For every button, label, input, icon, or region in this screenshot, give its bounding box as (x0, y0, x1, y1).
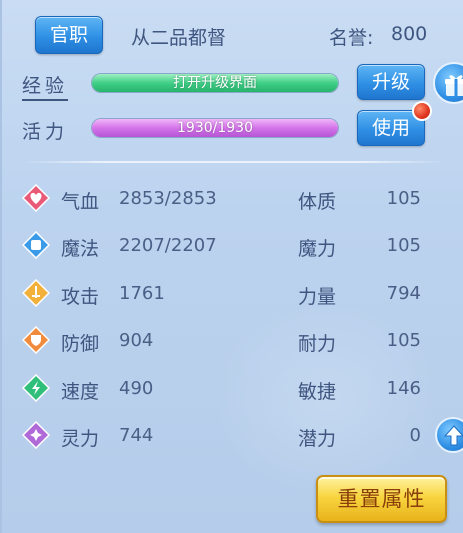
stat-name: 防御 (61, 333, 100, 355)
stat-row: 速度 490 敏捷 146 (2, 368, 463, 408)
attribute-name: 敏捷 (298, 381, 337, 403)
attribute-value: 794 (386, 283, 421, 304)
experience-bar-text: 打开升级界面 (173, 75, 257, 91)
gift-button[interactable] (433, 62, 463, 104)
vitality-label: 活力 (22, 121, 69, 143)
stat-row: 灵力 744 潜力 0 (2, 415, 463, 455)
heart-icon (21, 183, 51, 213)
experience-label[interactable]: 经验 (22, 71, 69, 101)
attribute-value: 146 (386, 378, 421, 399)
stat-value: 490 (119, 378, 154, 399)
stat-row: 攻击 1761 力量 794 (2, 273, 463, 313)
notification-dot (412, 101, 432, 121)
stat-row: 魔法 2207/2207 魔力 105 (2, 225, 463, 265)
vitality-bar-text: 1930/1930 (177, 120, 253, 136)
stat-name: 魔法 (61, 238, 100, 260)
rank-button[interactable]: 官职 (35, 16, 103, 54)
attribute-value: 0 (409, 425, 421, 446)
stat-row: 防御 904 耐力 105 (2, 320, 463, 360)
stat-name: 灵力 (61, 428, 100, 450)
divider (22, 161, 447, 163)
arrow-up-icon (444, 425, 463, 446)
sword-icon (21, 278, 51, 308)
attribute-name: 体质 (298, 191, 337, 213)
attribute-name: 耐力 (298, 333, 337, 355)
stat-value: 2207/2207 (119, 235, 217, 256)
rank-title: 从二品都督 (131, 27, 227, 49)
attribute-value: 105 (386, 235, 421, 256)
character-stats-panel: 官职 从二品都督 名誉: 800 经验 打开升级界面 升级 活力 1930/19… (0, 0, 463, 533)
spirit-icon (21, 420, 51, 450)
attribute-value: 105 (386, 330, 421, 351)
attribute-name: 魔力 (298, 238, 337, 260)
stat-value: 904 (119, 330, 154, 351)
gift-icon (445, 75, 463, 96)
stat-name: 速度 (61, 381, 100, 403)
attribute-value: 105 (386, 188, 421, 209)
stat-value: 1761 (119, 283, 165, 304)
honor-value: 800 (391, 23, 428, 45)
magic-icon (21, 230, 51, 260)
lightning-icon (21, 373, 51, 403)
stat-row: 气血 2853/2853 体质 105 (2, 178, 463, 218)
attribute-name: 力量 (298, 286, 337, 308)
stat-name: 攻击 (61, 286, 100, 308)
stat-name: 气血 (61, 191, 100, 213)
experience-bar[interactable]: 打开升级界面 (91, 73, 339, 93)
stat-value: 2853/2853 (119, 188, 217, 209)
attribute-name: 潜力 (298, 428, 337, 450)
honor-label: 名誉: (329, 27, 374, 49)
level-up-button[interactable]: 升级 (357, 64, 425, 100)
reset-attributes-button[interactable]: 重置属性 (316, 475, 447, 523)
shield-icon (21, 325, 51, 355)
stat-value: 744 (119, 425, 154, 446)
potential-up-button[interactable] (435, 417, 463, 453)
vitality-bar: 1930/1930 (91, 118, 339, 138)
